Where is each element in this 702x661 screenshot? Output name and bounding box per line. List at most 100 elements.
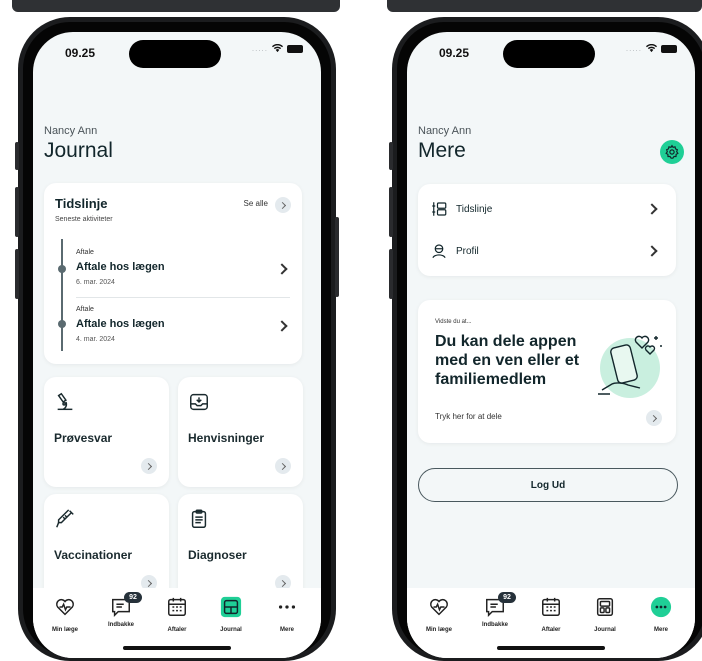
tile-provesvar[interactable]: Prøvesvar: [44, 377, 169, 487]
home-indicator[interactable]: [123, 646, 231, 650]
tab-journal[interactable]: Journal: [579, 596, 631, 633]
heart-icon: [56, 598, 74, 616]
syringe-icon: [56, 509, 74, 528]
tile-arrow-button[interactable]: [141, 458, 157, 474]
tile-label: Prøvesvar: [54, 431, 113, 445]
tab-indbakke[interactable]: 92 Indbakke: [469, 592, 521, 628]
menu-item-profil[interactable]: Profil: [430, 238, 664, 264]
page-title: Mere: [418, 139, 466, 162]
promo-cta[interactable]: Tryk her for at dele: [435, 412, 502, 421]
volume-down-button: [389, 249, 393, 299]
top-strip-right: [387, 0, 702, 12]
timeline-title: Tidslinje: [55, 196, 108, 211]
chevron-right-icon: [144, 462, 152, 470]
status-time: 09.25: [439, 46, 470, 60]
chat-icon-wrap: 92: [484, 592, 516, 618]
action-button: [15, 142, 19, 170]
chevron-right-icon: [278, 579, 286, 587]
top-strip-left: [12, 0, 340, 12]
dynamic-island: [503, 40, 595, 68]
status-icons: .....: [626, 44, 677, 53]
tab-min-laege[interactable]: Min læge: [39, 596, 91, 633]
tile-henvisninger[interactable]: Henvisninger: [178, 377, 303, 487]
profile-icon: [432, 244, 446, 259]
tab-aftaler[interactable]: Aftaler: [525, 596, 577, 633]
entry-date: 4. mar. 2024: [76, 336, 115, 343]
power-button: [335, 217, 339, 297]
logout-button[interactable]: Log Ud: [418, 468, 678, 502]
share-promo-card[interactable]: Vidste du at... Du kan dele appen med en…: [418, 300, 676, 443]
share-arrow-button[interactable]: [646, 410, 662, 426]
tab-label: Min læge: [425, 627, 452, 633]
tile-arrow-button[interactable]: [275, 458, 291, 474]
action-button: [389, 142, 393, 170]
gear-icon: [665, 144, 679, 159]
clipboard-icon: [191, 509, 207, 528]
calendar-icon: [168, 597, 186, 616]
status-icons: .....: [252, 44, 303, 53]
tab-min-laege[interactable]: Min læge: [413, 596, 465, 633]
tab-label: Mere: [279, 627, 294, 633]
chevron-right-icon: [646, 245, 658, 257]
promo-headline: Du kan dele appen med en ven eller et fa…: [435, 333, 580, 388]
battery-icon: [287, 44, 303, 53]
promo-eyebrow: Vidste du at...: [435, 319, 472, 325]
settings-button[interactable]: [660, 140, 684, 164]
chevron-right-icon[interactable]: [276, 320, 288, 332]
screen-mere: 09.25 ..... Nancy Ann Mere Tidslinje Pro…: [407, 32, 695, 658]
entry-date: 6. mar. 2024: [76, 279, 115, 286]
timeline-dot: [58, 320, 66, 328]
entry-tag: Aftale: [76, 306, 94, 313]
inbox-icon: [190, 393, 208, 411]
microscope-icon: [57, 392, 73, 411]
tile-label: Henvisninger: [188, 431, 265, 445]
chevron-right-icon[interactable]: [276, 263, 288, 275]
menu-card: Tidslinje Profil: [418, 184, 676, 276]
signal-dots: .....: [251, 44, 268, 53]
tab-mere[interactable]: Mere: [635, 596, 687, 633]
tile-label: Diagnoser: [188, 548, 247, 562]
timeline-icon: [432, 202, 447, 216]
chevron-right-icon: [144, 579, 152, 587]
home-indicator[interactable]: [497, 646, 605, 650]
divider: [76, 297, 290, 298]
timeline-line: [61, 239, 63, 351]
tab-label: Min læge: [51, 627, 78, 633]
share-phone-illustration: [598, 335, 662, 398]
tab-label: Aftaler: [167, 627, 187, 633]
signal-dots: .....: [625, 44, 642, 53]
see-all-link[interactable]: Se alle: [244, 199, 268, 208]
chevron-right-icon: [278, 462, 286, 470]
timeline-card[interactable]: Tidslinje Seneste aktiviteter Se alle Af…: [44, 183, 302, 364]
dynamic-island: [129, 40, 221, 68]
more-icon: [650, 596, 672, 618]
volume-down-button: [15, 249, 19, 299]
wifi-icon: [272, 44, 283, 53]
wifi-icon: [646, 44, 657, 53]
tab-label: Indbakke: [107, 622, 134, 628]
chevron-right-icon: [646, 203, 658, 215]
menu-item-tidslinje[interactable]: Tidslinje: [430, 196, 664, 222]
status-time: 09.25: [65, 46, 96, 60]
tab-label: Mere: [653, 627, 668, 633]
tab-indbakke[interactable]: 92 Indbakke: [95, 592, 147, 628]
timeline-dot: [58, 265, 66, 273]
tab-bar: Min læge 92 Indbakke Aftaler Journal Mer…: [407, 588, 695, 658]
tab-journal[interactable]: Journal: [205, 596, 257, 633]
unread-badge: 92: [124, 592, 142, 603]
entry-title[interactable]: Aftale hos lægen: [76, 318, 165, 330]
entry-title[interactable]: Aftale hos lægen: [76, 261, 165, 273]
unread-badge: 92: [498, 592, 516, 603]
see-all-button[interactable]: [275, 197, 291, 213]
tab-aftaler[interactable]: Aftaler: [151, 596, 203, 633]
volume-up-button: [15, 187, 19, 237]
tab-label: Journal: [220, 627, 242, 633]
journal-icon: [596, 598, 614, 616]
tab-bar: Min læge 92 Indbakke Aftaler Journal Mer…: [33, 588, 321, 658]
phone-right: 09.25 ..... Nancy Ann Mere Tidslinje Pro…: [389, 17, 702, 661]
timeline-subtitle: Seneste aktiviteter: [55, 216, 113, 223]
chevron-right-icon: [649, 414, 657, 422]
tab-mere[interactable]: Mere: [261, 596, 313, 633]
phone-left: 09.25 ..... Nancy Ann Journal Tidslinje …: [15, 17, 339, 661]
chevron-right-icon: [278, 201, 286, 209]
